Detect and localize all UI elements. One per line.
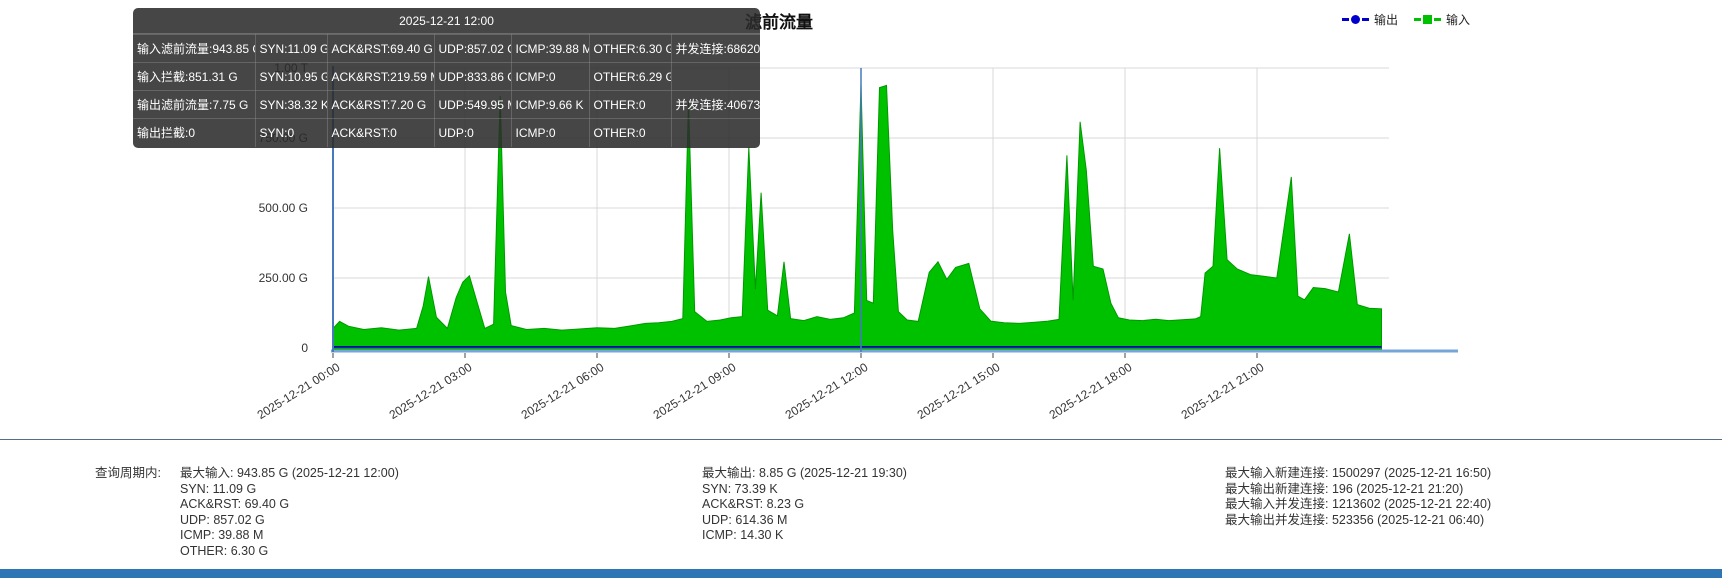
tooltip-table: 输入滤前流量:943.85 GSYN:11.09 GACK&RST:69.40 … <box>133 34 760 147</box>
section-divider <box>0 439 1722 440</box>
summary-line: 最大输出新建连接: 196 (2025-12-21 21:20) <box>1225 482 1491 498</box>
tooltip-cell: UDP:549.95 M <box>434 91 511 119</box>
y-tick-label: 0 <box>218 341 308 355</box>
summary-input-stats: 最大输入: 943.85 G (2025-12-21 12:00)SYN: 11… <box>180 466 399 560</box>
tooltip-cell: 输出滤前流量:7.75 G <box>133 91 255 119</box>
tooltip-cell: ICMP:39.88 M <box>511 35 589 63</box>
tooltip-cell: 并发连接:686205 <box>671 35 760 63</box>
y-tick-label: 250.00 G <box>218 271 308 285</box>
output-series-marker-icon <box>1342 15 1369 24</box>
legend-item-input[interactable]: 输入 <box>1414 11 1470 28</box>
tooltip-cell: ICMP:0 <box>511 63 589 91</box>
tooltip-cell: SYN:0 <box>255 119 327 147</box>
tooltip-cell: OTHER:0 <box>589 119 671 147</box>
summary-line: UDP: 857.02 G <box>180 513 399 529</box>
summary-line: SYN: 11.09 G <box>180 482 399 498</box>
tooltip-row: 输入滤前流量:943.85 GSYN:11.09 GACK&RST:69.40 … <box>133 35 760 63</box>
tooltip-cell: 输出拦截:0 <box>133 119 255 147</box>
tooltip-cell: OTHER:6.29 G <box>589 63 671 91</box>
tooltip-cell <box>671 119 760 147</box>
summary-connection-stats: 最大输入新建连接: 1500297 (2025-12-21 16:50)最大输出… <box>1225 466 1491 528</box>
legend-item-output[interactable]: 输出 <box>1342 11 1398 28</box>
legend-label-input: 输入 <box>1446 11 1470 28</box>
tooltip-cell: UDP:857.02 G <box>434 35 511 63</box>
tooltip-cell: ACK&RST:0 <box>327 119 434 147</box>
summary-line: ICMP: 14.30 K <box>702 528 907 544</box>
summary-line: ICMP: 39.88 M <box>180 528 399 544</box>
tooltip-cell: 并发连接:406730 <box>671 91 760 119</box>
tooltip-cell: ACK&RST:69.40 G <box>327 35 434 63</box>
tooltip-row: 输出拦截:0SYN:0ACK&RST:0UDP:0ICMP:0OTHER:0 <box>133 119 760 147</box>
tooltip-row: 输入拦截:851.31 GSYN:10.95 GACK&RST:219.59 M… <box>133 63 760 91</box>
input-series-marker-icon <box>1414 15 1441 24</box>
summary-output-stats: 最大输出: 8.85 G (2025-12-21 19:30)SYN: 73.3… <box>702 466 907 544</box>
summary-line: 最大输入并发连接: 1213602 (2025-12-21 22:40) <box>1225 497 1491 513</box>
tooltip-cell: SYN:11.09 G <box>255 35 327 63</box>
summary-line: 最大输入新建连接: 1500297 (2025-12-21 16:50) <box>1225 466 1491 482</box>
tooltip-cell: UDP:0 <box>434 119 511 147</box>
chart-tooltip: 2025-12-21 12:00 输入滤前流量:943.85 GSYN:11.0… <box>133 8 760 148</box>
tooltip-cell: ICMP:9.66 K <box>511 91 589 119</box>
y-tick-label: 500.00 G <box>218 201 308 215</box>
tooltip-timestamp: 2025-12-21 12:00 <box>133 8 760 34</box>
chart-panel: 滤前流量 输出 输入 1.00 T750.00 G500.00 G250.00 … <box>0 0 1722 438</box>
summary-line: ACK&RST: 8.23 G <box>702 497 907 513</box>
tooltip-cell: OTHER:0 <box>589 91 671 119</box>
traffic-report-page: 滤前流量 输出 输入 1.00 T750.00 G500.00 G250.00 … <box>0 0 1722 578</box>
tooltip-cell: ACK&RST:7.20 G <box>327 91 434 119</box>
bottom-blue-bar <box>0 569 1722 578</box>
summary-line: ACK&RST: 69.40 G <box>180 497 399 513</box>
tooltip-cell <box>671 63 760 91</box>
tooltip-cell: SYN:38.32 K <box>255 91 327 119</box>
tooltip-cell: 输入拦截:851.31 G <box>133 63 255 91</box>
summary-line: SYN: 73.39 K <box>702 482 907 498</box>
summary-line: 最大输出: 8.85 G (2025-12-21 19:30) <box>702 466 907 482</box>
chart-legend: 输出 输入 <box>1342 11 1470 28</box>
summary-line: UDP: 614.36 M <box>702 513 907 529</box>
legend-label-output: 输出 <box>1374 11 1398 28</box>
tooltip-cell: UDP:833.86 G <box>434 63 511 91</box>
tooltip-cell: ACK&RST:219.59 M <box>327 63 434 91</box>
summary-line: 最大输入: 943.85 G (2025-12-21 12:00) <box>180 466 399 482</box>
summary-period-label: 查询周期内: <box>95 466 161 482</box>
summary-line: OTHER: 6.30 G <box>180 544 399 560</box>
tooltip-cell: 输入滤前流量:943.85 G <box>133 35 255 63</box>
tooltip-row: 输出滤前流量:7.75 GSYN:38.32 KACK&RST:7.20 GUD… <box>133 91 760 119</box>
tooltip-cell: ICMP:0 <box>511 119 589 147</box>
tooltip-cell: OTHER:6.30 G <box>589 35 671 63</box>
summary-line: 最大输出并发连接: 523356 (2025-12-21 06:40) <box>1225 513 1491 529</box>
tooltip-cell: SYN:10.95 G <box>255 63 327 91</box>
